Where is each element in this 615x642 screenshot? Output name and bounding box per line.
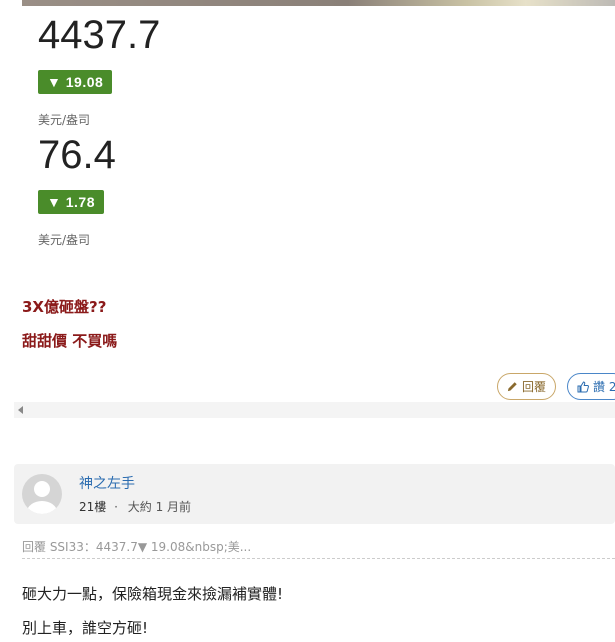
gold-quote: 4437.7 ▼ 19.08 美元/盎司 <box>38 15 160 128</box>
reply-button[interactable]: 回覆 <box>497 373 556 400</box>
scroll-left-arrow-icon[interactable] <box>18 406 23 414</box>
comment-author[interactable]: 神之左手 <box>79 473 135 493</box>
gold-price: 4437.7 <box>38 13 161 57</box>
silver-price: 76.4 <box>38 133 116 177</box>
silver-unit: 美元/盎司 <box>38 233 91 247</box>
meta-separator: · <box>114 500 118 514</box>
silver-quote: 76.4 ▼ 1.78 美元/盎司 <box>38 135 116 248</box>
post-text-line-2: 甜甜價 不買嗎 <box>22 332 118 350</box>
comment-body-line-2: 別上車，誰空方砸! <box>22 619 149 637</box>
floor-number: 21樓 <box>79 500 107 514</box>
reply-reference[interactable]: 回覆 SSI33：4437.7▼ 19.08&nbsp;美... <box>22 538 251 555</box>
like-button[interactable]: 讚 2 <box>567 373 615 400</box>
post-text-line-1: 3X億砸盤?? <box>22 298 107 316</box>
pencil-icon <box>507 382 517 392</box>
divider <box>22 558 615 559</box>
gold-unit: 美元/盎司 <box>38 113 91 127</box>
comment-body-line-1: 砸大力一點，保險箱現金來撿漏補實體! <box>22 585 284 603</box>
reply-button-label: 回覆 <box>522 380 547 394</box>
default-avatar-icon <box>27 481 57 514</box>
avatar[interactable] <box>22 474 62 514</box>
horizontal-scrollbar[interactable] <box>14 402 615 418</box>
gold-change-badge: ▼ 19.08 <box>38 70 113 94</box>
comment-time: 大約 1 月前 <box>127 500 192 514</box>
like-button-label: 讚 2 <box>593 380 615 394</box>
thumbs-up-icon <box>577 380 589 392</box>
comment-header: 神之左手 21樓 · 大約 1 月前 <box>14 464 615 524</box>
comment-meta: 21樓 · 大約 1 月前 <box>79 498 191 515</box>
silver-change-badge: ▼ 1.78 <box>38 190 104 214</box>
article-image-bottom-edge <box>22 0 615 6</box>
